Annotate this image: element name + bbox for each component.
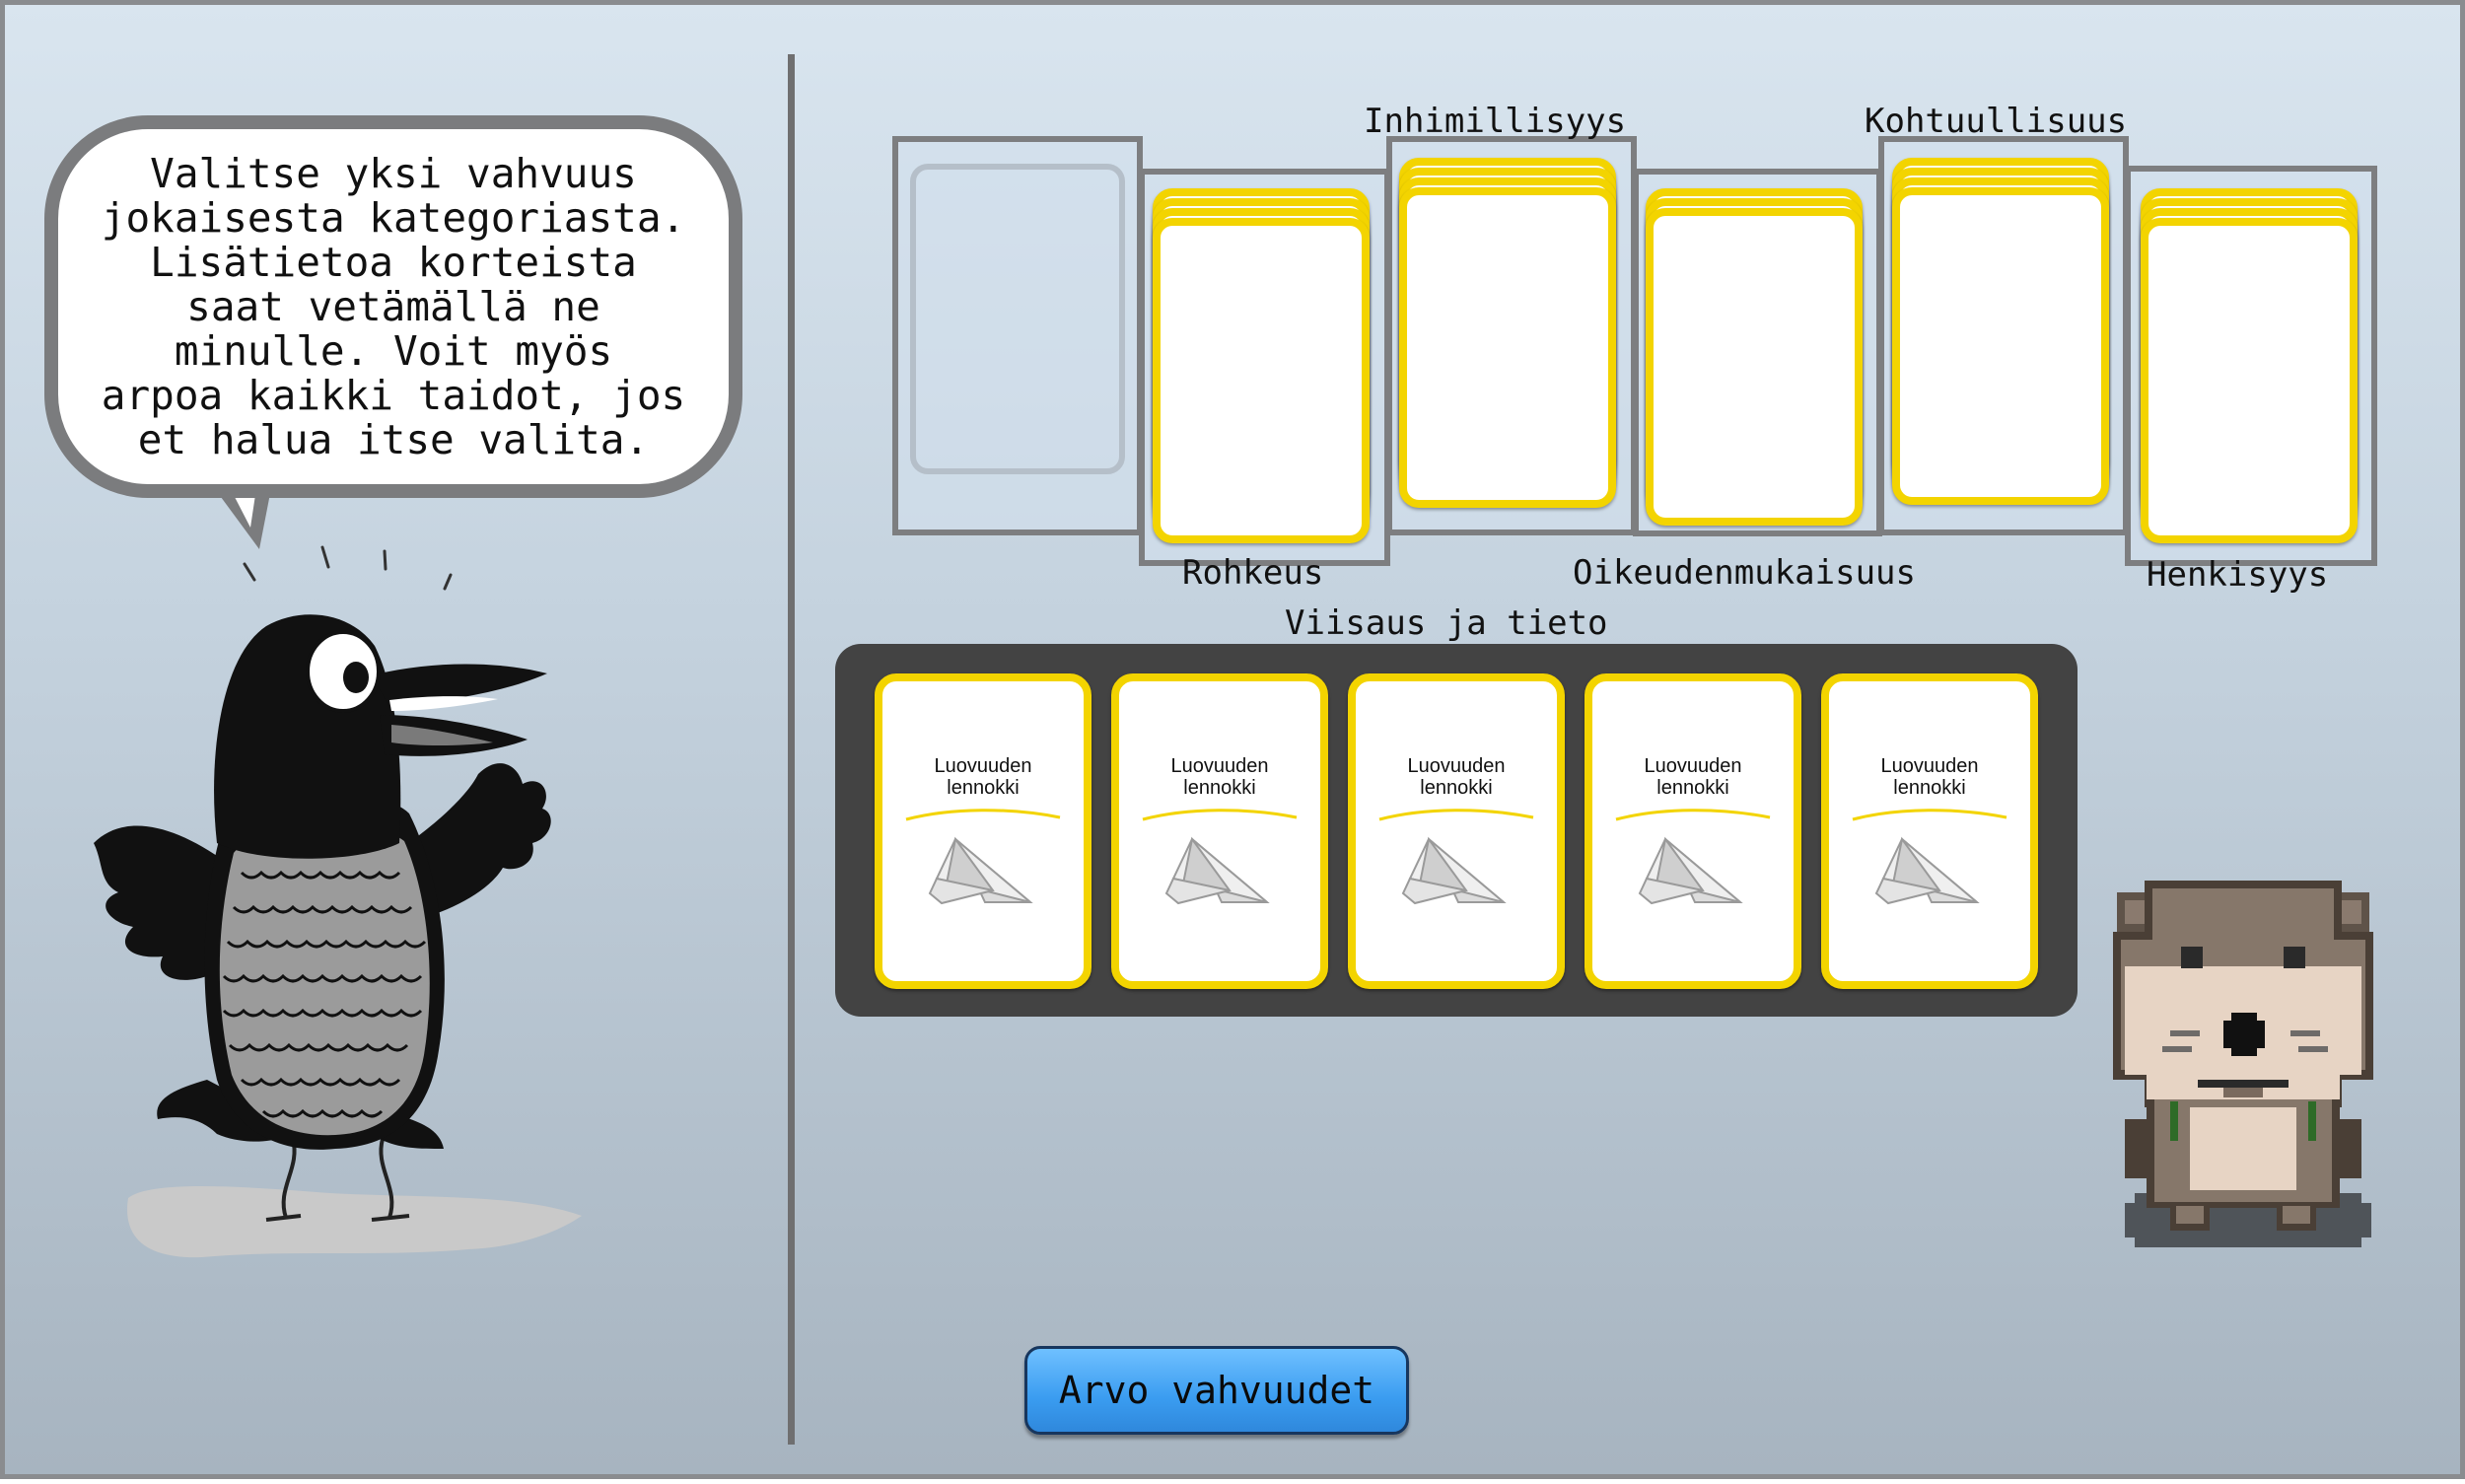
otter-character[interactable] bbox=[5, 5, 2465, 1484]
game-screen: Valitse yksi vahvuus jokaisesta kategori… bbox=[0, 0, 2465, 1479]
randomize-strengths-button[interactable]: Arvo vahvuudet bbox=[1024, 1346, 1409, 1435]
